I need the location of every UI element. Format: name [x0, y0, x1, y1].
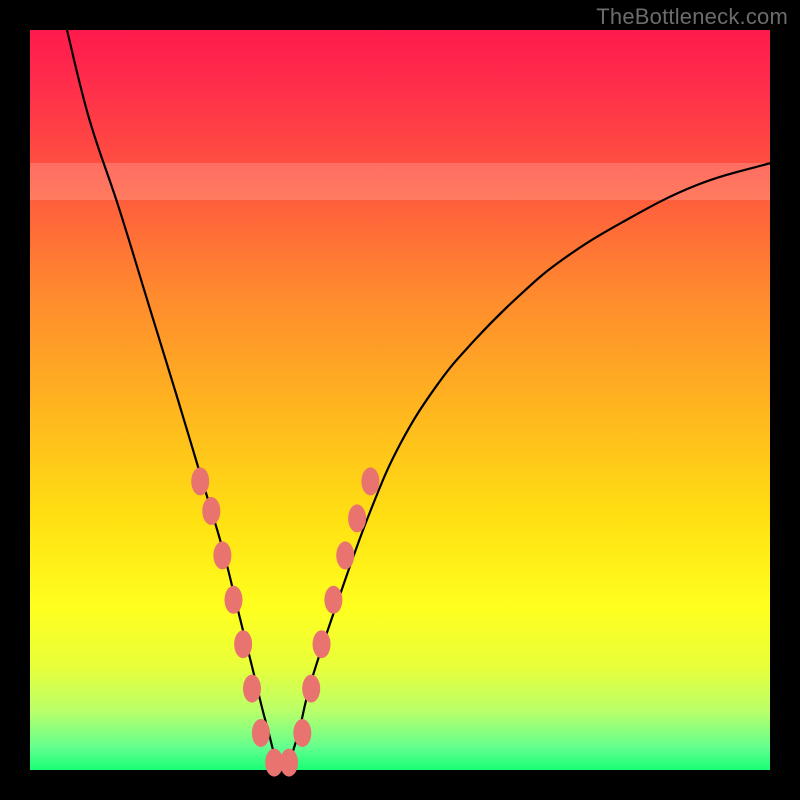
curve-marker	[234, 630, 252, 658]
curve-marker	[302, 675, 320, 703]
curve-marker	[213, 541, 231, 569]
curve-marker	[243, 675, 261, 703]
curve-marker	[348, 504, 366, 532]
marker-group	[191, 467, 379, 776]
curve-marker	[336, 541, 354, 569]
plot-area	[30, 30, 770, 770]
watermark-text: TheBottleneck.com	[596, 4, 788, 30]
curve-marker	[361, 467, 379, 495]
curve-marker	[202, 497, 220, 525]
curve-marker	[252, 719, 270, 747]
curve-marker	[313, 630, 331, 658]
curve-layer	[30, 30, 770, 770]
chart-frame: TheBottleneck.com	[0, 0, 800, 800]
curve-marker	[324, 586, 342, 614]
curve-marker	[293, 719, 311, 747]
curve-marker	[225, 586, 243, 614]
curve-marker	[191, 467, 209, 495]
curve-marker	[280, 749, 298, 777]
bottleneck-curve	[67, 30, 770, 770]
